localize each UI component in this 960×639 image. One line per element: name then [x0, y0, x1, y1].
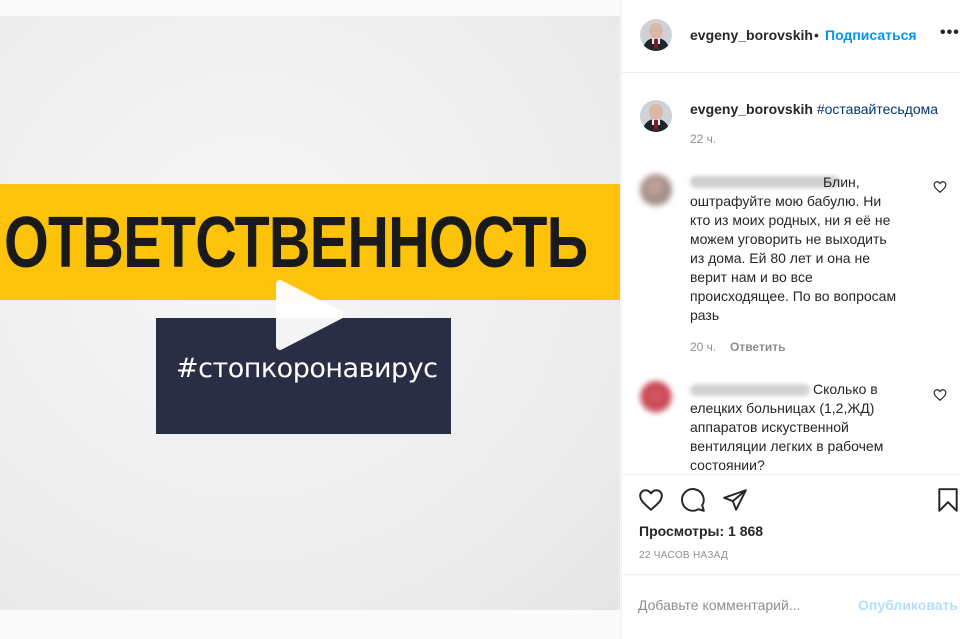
post-header: evgeny_borovskih • Подписаться •••	[622, 0, 960, 73]
caption-author-avatar[interactable]	[640, 100, 672, 132]
share-paper-plane-icon[interactable]	[722, 487, 748, 513]
instagram-post-window: ОТВЕТСТВЕННОСТЬ #стопкоронавирус evgeny_…	[0, 0, 960, 639]
publish-button[interactable]: Опубликовать	[858, 597, 958, 613]
comment-text: Блин,	[823, 174, 860, 190]
comment-text: оштрафуйте мою бабулю. Ни	[690, 193, 882, 209]
commenter-avatar[interactable]	[640, 381, 672, 413]
save-bookmark-icon[interactable]	[935, 487, 960, 513]
views-count[interactable]: Просмотры: 1 868	[639, 523, 763, 539]
post-side-panel: evgeny_borovskih • Подписаться ••• evgen…	[621, 0, 960, 639]
like-comment-heart-icon[interactable]	[933, 180, 947, 194]
comment-text: вентиляции легких в рабочем	[690, 438, 884, 454]
banner-word: ОТВЕТСТВЕННОСТЬ	[4, 203, 588, 283]
commenter-avatar[interactable]	[640, 174, 672, 206]
comment-text: состоянии?	[690, 457, 765, 473]
caption-username[interactable]: evgeny_borovskih	[690, 101, 813, 117]
author-avatar[interactable]	[640, 19, 672, 51]
commenter-username-blurred	[690, 176, 840, 188]
comment-text: разь	[690, 307, 720, 323]
more-options-icon[interactable]: •••	[940, 24, 960, 42]
comment-text: кто из моих родных, ни я её не	[690, 212, 891, 228]
commenter-username-blurred	[690, 384, 810, 396]
follow-button[interactable]: Подписаться	[825, 27, 917, 43]
comment-text: верит нам и во все	[690, 269, 813, 285]
comment-time: 20 ч.	[690, 340, 717, 354]
comment-text: аппаратов искуственной	[690, 419, 849, 435]
hashtag-label: #стопкоронавирус	[176, 353, 438, 384]
like-comment-heart-icon[interactable]	[933, 388, 947, 402]
comments-list[interactable]: evgeny_borovskih #оставайтесьдома 22 ч. …	[622, 74, 960, 474]
video-player[interactable]: ОТВЕТСТВЕННОСТЬ #стопкоронавирус	[0, 16, 620, 610]
post-actions: Просмотры: 1 868 22 ЧАСОВ НАЗАД	[622, 474, 960, 574]
caption-hashtag[interactable]: #оставайтесьдома	[817, 101, 938, 117]
caption-time: 22 ч.	[690, 132, 717, 146]
comment-text: происходящее. По во вопросам	[690, 288, 897, 304]
reply-button[interactable]: Ответить	[730, 340, 785, 354]
add-comment-bar: Опубликовать	[622, 574, 960, 639]
comment-text: елецких больницах (1,2,ЖД)	[690, 400, 875, 416]
author-username[interactable]: evgeny_borovskih	[690, 27, 813, 43]
comment-input[interactable]	[638, 595, 838, 615]
like-heart-icon[interactable]	[638, 487, 664, 513]
comment-text: Сколько в	[813, 381, 878, 397]
comment-text: из дома. Ей 80 лет и она не	[690, 250, 870, 266]
play-icon[interactable]	[272, 280, 344, 350]
comment-bubble-icon[interactable]	[680, 487, 706, 513]
post-timestamp[interactable]: 22 ЧАСОВ НАЗАД	[639, 550, 728, 561]
comment-text: можем уговорить не выходить	[690, 231, 887, 247]
caption-text: evgeny_borovskih #оставайтесьдома	[690, 100, 938, 118]
header-separator: •	[814, 27, 819, 43]
